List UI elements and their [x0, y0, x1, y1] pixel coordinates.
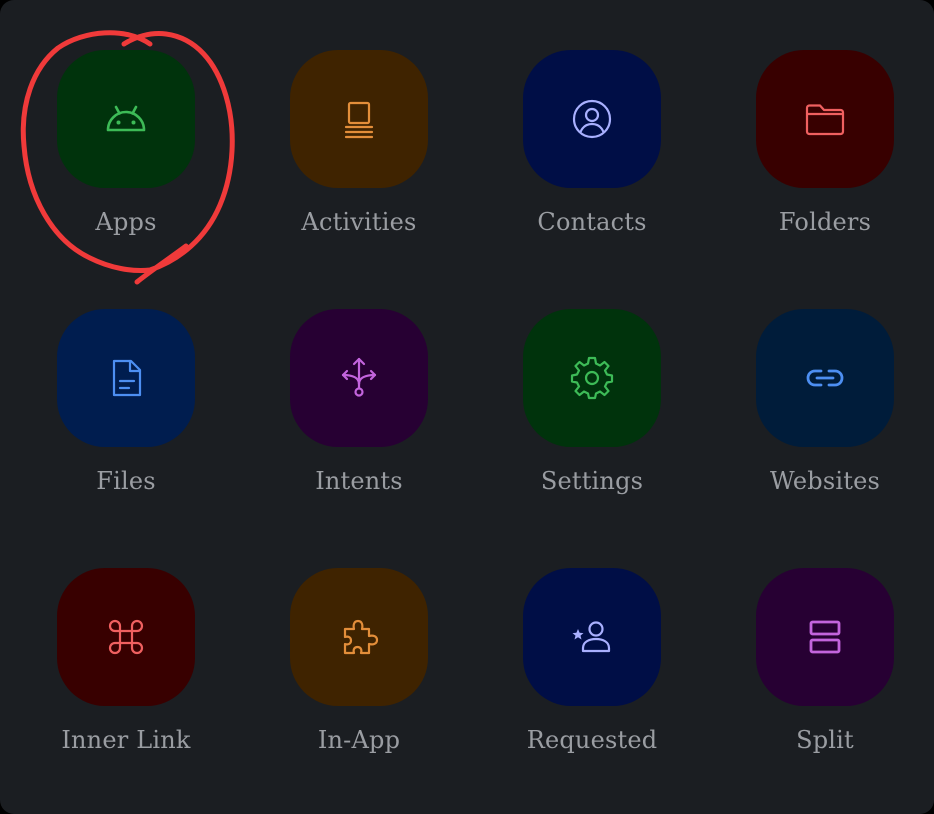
file-icon: [112, 359, 142, 397]
tile-inner-link[interactable]: Inner Link: [31, 568, 221, 808]
tile-label: Split: [796, 726, 854, 754]
inner-link-icon-bubble: [57, 568, 195, 706]
tile-label: Contacts: [537, 208, 647, 236]
apps-icon-bubble: [57, 50, 195, 188]
in-app-icon-bubble: [290, 568, 428, 706]
files-icon-bubble: [57, 309, 195, 447]
settings-icon-bubble: [523, 309, 661, 447]
tile-apps[interactable]: Apps: [31, 50, 221, 290]
tile-label: Files: [96, 467, 156, 495]
account-circle-icon: [572, 99, 612, 139]
websites-icon-bubble: [756, 309, 894, 447]
android-icon: [106, 105, 146, 132]
tile-split[interactable]: Split: [730, 568, 920, 808]
tile-requested[interactable]: Requested: [497, 568, 687, 808]
tile-label: Intents: [315, 467, 403, 495]
activities-icon-bubble: [290, 50, 428, 188]
person-star-icon: [572, 621, 611, 653]
tile-folders[interactable]: Folders: [730, 50, 920, 290]
tile-label: Requested: [526, 726, 658, 754]
tile-label: In-App: [317, 726, 401, 754]
tile-files[interactable]: Files: [31, 309, 221, 549]
link-icon: [806, 369, 844, 387]
tile-label: Apps: [95, 208, 157, 236]
tile-label: Inner Link: [61, 726, 191, 754]
tile-activities[interactable]: Activities: [264, 50, 454, 290]
gear-icon: [570, 356, 614, 400]
tile-settings[interactable]: Settings: [497, 309, 687, 549]
intents-icon-bubble: [290, 309, 428, 447]
tile-intents[interactable]: Intents: [264, 309, 454, 549]
tile-label: Websites: [769, 467, 881, 495]
shortcut-grid-panel: Apps Activities Contacts Folders Files I…: [0, 0, 934, 814]
intents-icon: [341, 357, 377, 397]
command-icon: [108, 619, 144, 655]
puzzle-icon: [343, 619, 379, 655]
tile-label: Settings: [540, 467, 644, 495]
contacts-icon-bubble: [523, 50, 661, 188]
split-icon: [809, 620, 841, 654]
tile-contacts[interactable]: Contacts: [497, 50, 687, 290]
folders-icon-bubble: [756, 50, 894, 188]
split-icon-bubble: [756, 568, 894, 706]
activities-icon: [344, 101, 374, 139]
tile-label: Folders: [778, 208, 872, 236]
tile-label: Activities: [301, 208, 417, 236]
tile-in-app[interactable]: In-App: [264, 568, 454, 808]
tile-websites[interactable]: Websites: [730, 309, 920, 549]
requested-icon-bubble: [523, 568, 661, 706]
folder-icon: [805, 104, 845, 136]
